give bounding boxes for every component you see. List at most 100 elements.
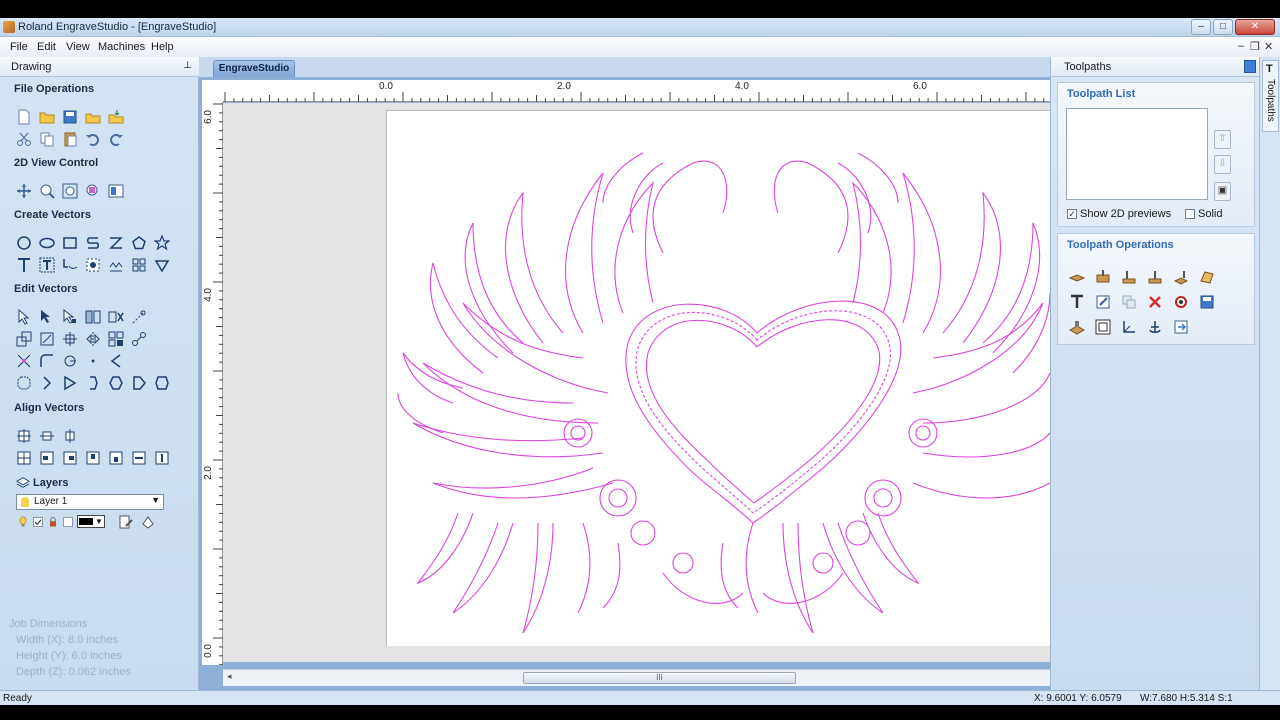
distribute-vertical-icon[interactable] — [152, 448, 171, 467]
engrave-toolpath-icon[interactable] — [1067, 267, 1087, 287]
redo-icon[interactable] — [106, 129, 125, 148]
join-icon[interactable] — [129, 329, 148, 348]
copy-icon[interactable] — [37, 129, 56, 148]
solid-checkbox[interactable]: Solid — [1185, 208, 1222, 220]
align-right-icon[interactable] — [60, 448, 79, 467]
delete-toolpath-icon[interactable] — [1145, 292, 1165, 312]
material-setup-icon[interactable] — [1119, 317, 1139, 337]
preview-toolpath-icon[interactable] — [1093, 317, 1113, 337]
weld-icon[interactable] — [106, 329, 125, 348]
edit-toolpath-icon[interactable] — [1093, 292, 1113, 312]
line-icon[interactable] — [106, 351, 125, 370]
align-center-page-icon[interactable] — [14, 426, 33, 445]
horizontal-scrollbar[interactable]: ◂ III — [223, 669, 1050, 686]
close-button[interactable]: ✕ — [1235, 19, 1275, 35]
pin-icon[interactable]: ⊥ — [183, 60, 192, 71]
play-shape-icon[interactable] — [129, 373, 148, 392]
view-job-icon[interactable] — [106, 181, 125, 200]
polygon-edit-icon[interactable] — [152, 373, 171, 392]
text-icon[interactable] — [14, 255, 33, 274]
polyline-icon[interactable] — [83, 233, 102, 252]
node-edit-icon[interactable] — [37, 307, 56, 326]
toolpaths-side-tab[interactable]: T Toolpaths — [1262, 60, 1279, 132]
profile-toolpath-icon[interactable] — [1119, 267, 1139, 287]
menu-edit[interactable]: Edit — [37, 41, 56, 53]
distribute-horizontal-icon[interactable] — [129, 448, 148, 467]
pin-icon[interactable] — [1244, 60, 1256, 73]
polygon-icon[interactable] — [129, 233, 148, 252]
ellipse-icon[interactable] — [37, 233, 56, 252]
align-bottom-icon[interactable] — [106, 448, 125, 467]
align-vertical-icon[interactable] — [60, 426, 79, 445]
bitmap-trace-icon[interactable] — [83, 255, 102, 274]
move-down-icon[interactable]: ⇩ — [1214, 155, 1231, 174]
cut-icon[interactable] — [14, 129, 33, 148]
copy-toolpath-icon[interactable] — [1119, 292, 1139, 312]
align-center-icon[interactable] — [60, 329, 79, 348]
text-engrave-icon[interactable] — [1067, 292, 1087, 312]
maximize-button[interactable]: □ — [1213, 19, 1233, 35]
open-file-icon[interactable] — [37, 107, 56, 126]
mdi-minimize-button[interactable]: – — [1238, 40, 1244, 52]
menu-view[interactable]: View — [66, 41, 90, 53]
texture-toolpath-icon[interactable] — [1197, 267, 1217, 287]
move-icon[interactable] — [37, 329, 56, 348]
scrollbar-thumb[interactable]: III — [523, 672, 796, 684]
curve-icon[interactable] — [106, 233, 125, 252]
select-icon[interactable] — [14, 307, 33, 326]
align-horizontal-icon[interactable] — [37, 426, 56, 445]
rectangle-icon[interactable] — [60, 233, 79, 252]
chevron-right-icon[interactable] — [37, 373, 56, 392]
import-icon[interactable] — [106, 107, 125, 126]
bracket-right-icon[interactable] — [83, 373, 102, 392]
move-up-icon[interactable]: ⇧ — [1214, 130, 1231, 149]
fillet-icon[interactable] — [37, 351, 56, 370]
heart-wings-vector[interactable] — [223, 103, 1050, 662]
trim-icon[interactable] — [14, 351, 33, 370]
layer-lock-checkbox[interactable] — [62, 512, 74, 531]
vcarve-toolpath-icon[interactable] — [1145, 267, 1165, 287]
drill-toolpath-icon[interactable] — [1171, 267, 1191, 287]
align-left-icon[interactable] — [37, 448, 56, 467]
close-vector-icon[interactable] — [83, 351, 102, 370]
recalculate-icon[interactable] — [1171, 292, 1191, 312]
tool-database-icon[interactable] — [1067, 317, 1087, 337]
dimension-icon[interactable] — [152, 255, 171, 274]
offset-icon[interactable] — [129, 307, 148, 326]
mirror-icon[interactable] — [83, 329, 102, 348]
minimize-button[interactable]: – — [1191, 19, 1211, 35]
array-icon[interactable] — [129, 255, 148, 274]
layer-visible-icon[interactable] — [17, 512, 29, 531]
undo-icon[interactable] — [83, 129, 102, 148]
layer-color-picker[interactable]: ▼ — [77, 515, 105, 528]
text-box-icon[interactable] — [37, 255, 56, 274]
align-top-icon[interactable] — [83, 448, 102, 467]
pocket-toolpath-icon[interactable] — [1093, 267, 1113, 287]
layer-select[interactable]: Layer 1 ▼ — [16, 494, 164, 510]
hexagon-icon[interactable] — [106, 373, 125, 392]
document-tab[interactable]: EngraveStudio — [213, 60, 295, 77]
arrow-right-icon[interactable] — [60, 373, 79, 392]
mdi-restore-button[interactable]: ❐ — [1250, 40, 1260, 53]
open-folder-icon[interactable] — [83, 107, 102, 126]
save-icon[interactable] — [60, 107, 79, 126]
layer-properties-icon[interactable] — [116, 512, 135, 531]
menu-help[interactable]: Help — [151, 41, 174, 53]
menu-machines[interactable]: Machines — [98, 41, 145, 53]
anchor-icon[interactable] — [1145, 317, 1165, 337]
menu-file[interactable]: File — [10, 41, 28, 53]
group-icon[interactable] — [83, 307, 102, 326]
toolpath-info-icon[interactable]: ▣ — [1214, 182, 1231, 201]
paste-icon[interactable] — [60, 129, 79, 148]
new-file-icon[interactable] — [14, 107, 33, 126]
layer-delete-icon[interactable] — [138, 512, 157, 531]
scale-icon[interactable] — [14, 329, 33, 348]
zoom-in-icon[interactable] — [37, 181, 56, 200]
mdi-close-button[interactable]: ✕ — [1264, 40, 1273, 53]
text-on-curve-icon[interactable] — [60, 255, 79, 274]
save-toolpath-icon[interactable] — [1197, 292, 1217, 312]
output-icon[interactable] — [1171, 317, 1191, 337]
transform-icon[interactable] — [60, 307, 79, 326]
drawing-canvas[interactable] — [223, 103, 1050, 662]
zoom-selection-icon[interactable] — [83, 181, 102, 200]
